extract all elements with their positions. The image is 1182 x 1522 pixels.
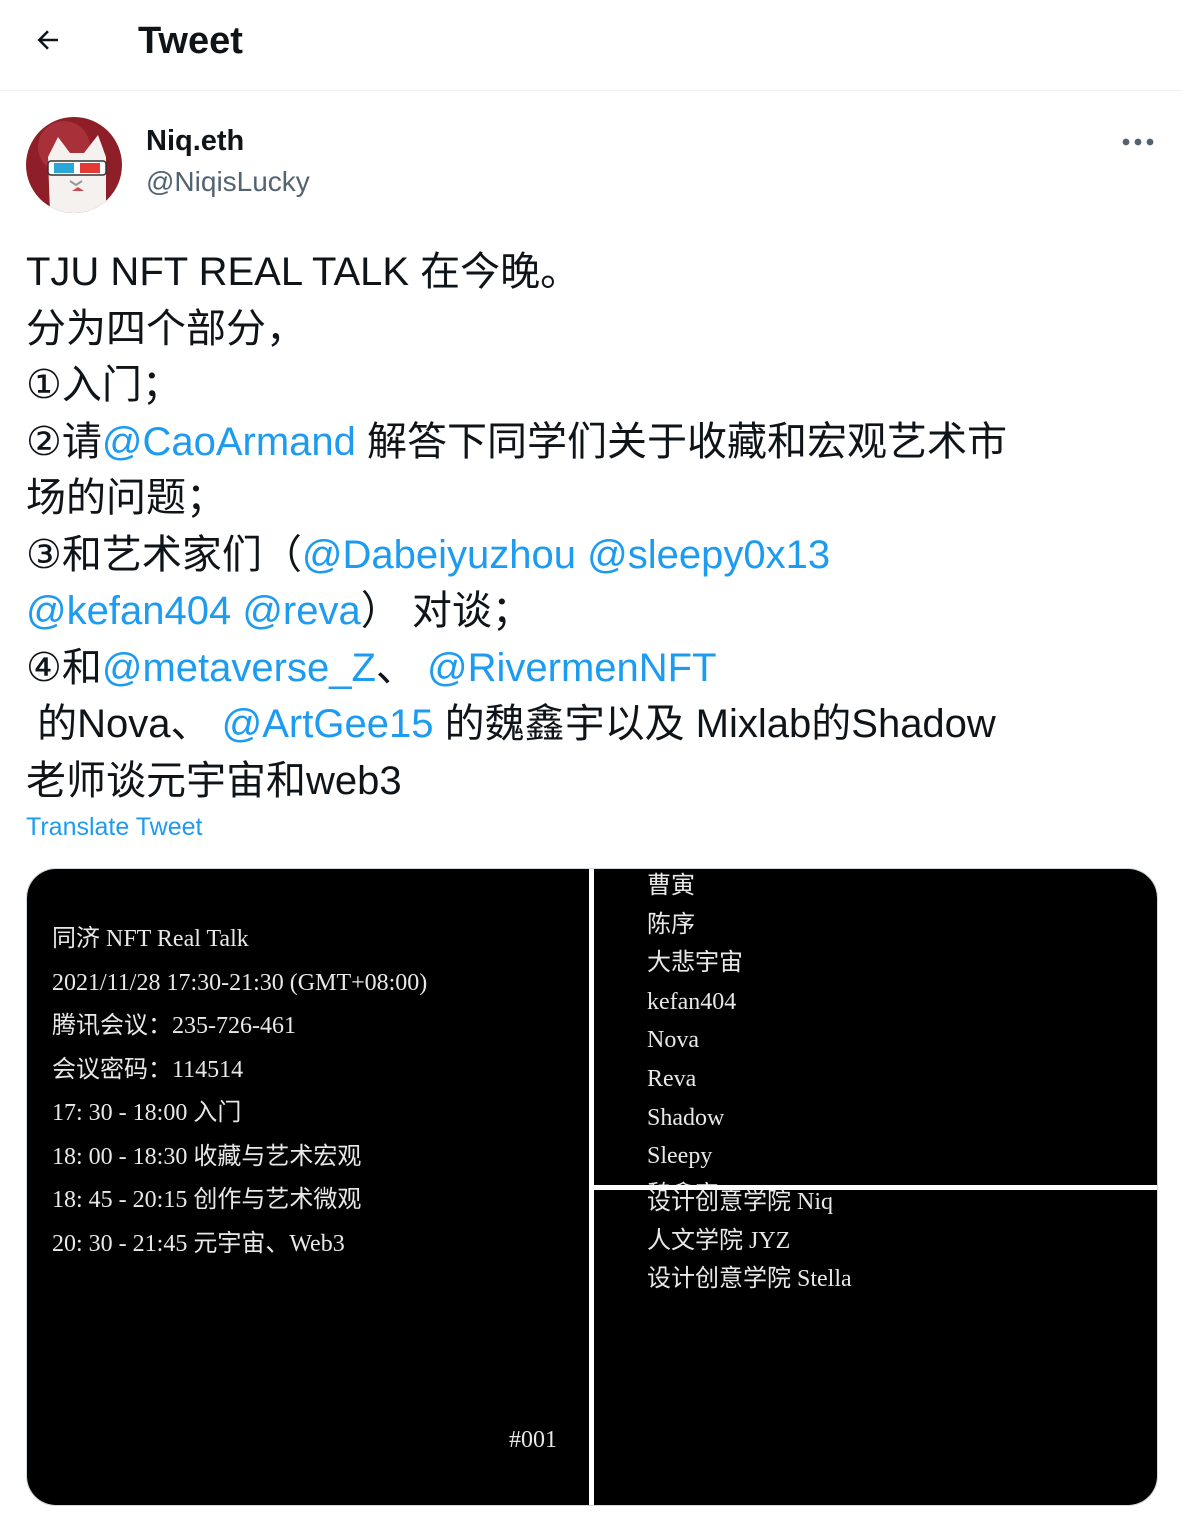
image-text-line: Shadow bbox=[647, 1104, 725, 1131]
image-text-line: 18: 00 - 18:30 收藏与艺术宏观 bbox=[52, 1143, 362, 1170]
mention-link[interactable]: @sleepy0x13 bbox=[587, 533, 830, 577]
tweet-text-segment: 分为四个部分， bbox=[26, 306, 306, 351]
image-text-line: 人文学院 JYZ bbox=[647, 1227, 791, 1254]
image-text-line: 18: 45 - 20:15 创作与艺术微观 bbox=[52, 1187, 362, 1213]
avatar-cat-icon bbox=[26, 117, 122, 213]
mention-link[interactable]: @reva bbox=[242, 589, 360, 633]
image-text-line: Sleepy bbox=[647, 1143, 713, 1170]
tweet-line: ②请@CaoArmand 解答下同学们关于收藏和宏观艺术市 bbox=[26, 414, 1166, 471]
tweet-text-segment: 的魏鑫宇以及 Mixlab的Shadow bbox=[433, 702, 996, 746]
tweet-text-segment bbox=[231, 589, 242, 633]
tweet-text-segment: TJU NFT REAL TALK 在今晚。 bbox=[26, 250, 581, 294]
tweet-text-segment: 解答下同学们关于收藏和宏观艺术市 bbox=[355, 419, 1008, 464]
tweet-line: ④和@metaverse_Z、 @RivermenNFT bbox=[26, 640, 1166, 697]
image-text-line: 大悲宇宙 bbox=[647, 950, 743, 977]
mention-link[interactable]: @ArtGee15 bbox=[222, 702, 434, 746]
image-text-line: 魏鑫宇 bbox=[647, 1181, 719, 1185]
tweet-text-segment: ①入门； bbox=[26, 363, 182, 407]
top-bar: Tweet bbox=[0, 0, 1182, 91]
tweet-line: 老师谈元宇宙和web3 bbox=[26, 753, 1166, 810]
back-button[interactable] bbox=[22, 14, 74, 66]
arrow-left-icon bbox=[37, 30, 58, 50]
translate-tweet-link[interactable]: Translate Tweet bbox=[26, 812, 202, 842]
tweet-text-segment: ） 对谈； bbox=[360, 589, 532, 633]
page-title: Tweet bbox=[138, 20, 243, 62]
mention-link[interactable]: @metaverse_Z bbox=[102, 646, 376, 690]
media-image-hosts[interactable]: 设计创意学院 Niq 人文学院 JYZ 设计创意学院 Stella bbox=[594, 1190, 1157, 1505]
tweet-text-segment: ②请 bbox=[26, 419, 102, 464]
tweet-text-segment: 的Nova、 bbox=[26, 702, 222, 746]
tweet-text-segment: 、 bbox=[375, 645, 428, 690]
media-image-guests[interactable]: 曹寅陈序大悲宇宙 kefan404 Nova Reva Shadow Sleepy 魏鑫宇 bbox=[594, 869, 1157, 1185]
image-text-line: 会议密码：114514 bbox=[52, 1056, 244, 1083]
tweet-line: ③和艺术家们（@Dabeiyuzhou @sleepy0x13 bbox=[26, 527, 1166, 584]
tweet-text-segment: 老师谈元宇宙和web3 bbox=[26, 758, 402, 803]
tweet-text-segment: ③和艺术家们（ bbox=[26, 532, 302, 577]
tweet-line: 场的问题； bbox=[26, 470, 1166, 527]
tweet-line: 分为四个部分， bbox=[26, 301, 1166, 358]
mention-link[interactable]: @kefan404 bbox=[26, 589, 231, 633]
tweet-line: @kefan404 @reva） 对谈； bbox=[26, 583, 1166, 640]
image-text-line: 陈序 bbox=[647, 911, 695, 938]
tweet-text: TJU NFT REAL TALK 在今晚。 分为四个部分， ①入门； ②请@CaoA… bbox=[26, 244, 1166, 809]
more-horizontal-icon bbox=[1122, 138, 1154, 146]
tweet-line: 的Nova、 @ArtGee15 的魏鑫宇以及 Mixlab的Shadow bbox=[26, 696, 1166, 753]
image-text-line: 2021/11/28 17:30-21:30 (GMT+08:00) bbox=[52, 969, 428, 996]
tweet-line: TJU NFT REAL TALK 在今晚。 bbox=[26, 244, 1166, 301]
avatar[interactable] bbox=[26, 117, 122, 213]
image-text-line: 设计创意学院 Niq bbox=[647, 1190, 833, 1215]
image-text-line: 设计创意学院 Stella bbox=[647, 1266, 852, 1292]
image-text-line: 17: 30 - 18:00 入门 bbox=[52, 1100, 242, 1126]
image-text-line: 曹寅 bbox=[647, 873, 695, 899]
image-text-line: 腾讯会议：235-726-461 bbox=[52, 1013, 296, 1039]
mention-link[interactable]: @CaoArmand bbox=[102, 420, 356, 464]
author-handle[interactable]: @NiqisLucky bbox=[146, 166, 310, 198]
more-button[interactable] bbox=[1110, 124, 1166, 160]
image-tag: #001 bbox=[509, 1427, 557, 1453]
image-text-line: kefan404 bbox=[647, 988, 737, 1015]
tweet-text-segment bbox=[576, 533, 587, 577]
image-text-line: Nova bbox=[647, 1027, 699, 1054]
image-text-line: Reva bbox=[647, 1066, 697, 1092]
tweet-text-segment: ④和 bbox=[26, 645, 102, 690]
author-name[interactable]: Niq.eth bbox=[146, 124, 244, 158]
image-text-line: 同济 NFT Real Talk bbox=[52, 926, 249, 952]
mention-link[interactable]: @Dabeiyuzhou bbox=[302, 533, 576, 577]
image-text-line: 20: 30 - 21:45 元宇宙、Web3 bbox=[52, 1230, 345, 1257]
tweet-text-segment: 场的问题； bbox=[26, 476, 226, 520]
media-grid: #001 同济 NFT Real Talk 2021/11/28 17:30-21… bbox=[26, 868, 1158, 1506]
tweet-line: ①入门； bbox=[26, 357, 1166, 414]
media-image-schedule[interactable]: #001 同济 NFT Real Talk 2021/11/28 17:30-21… bbox=[27, 869, 589, 1505]
mention-link[interactable]: @RivermenNFT bbox=[427, 646, 717, 690]
